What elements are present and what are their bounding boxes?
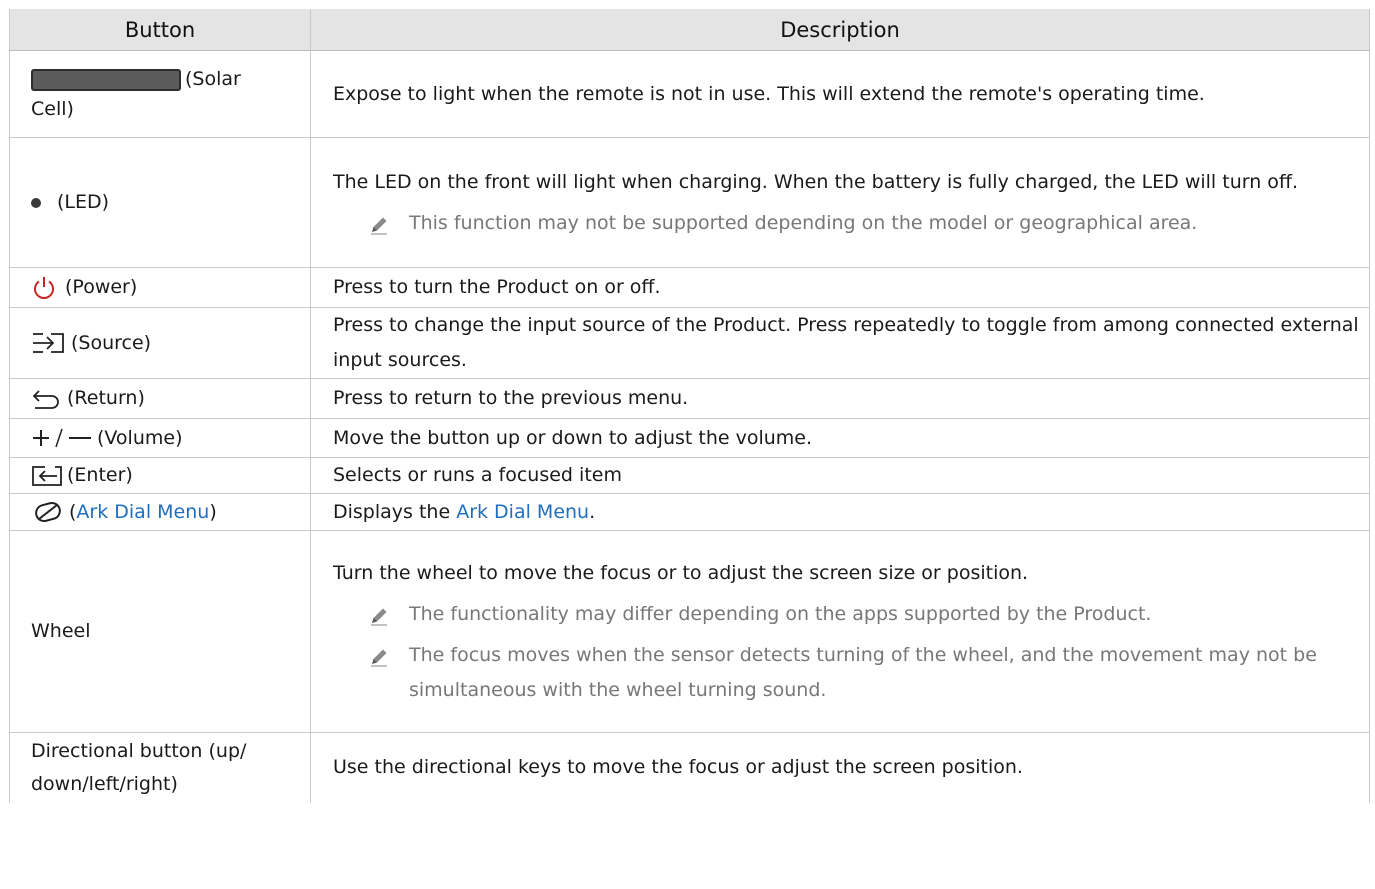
source-icon — [31, 332, 65, 354]
button-cell: Directional button (up/ down/left/right) — [9, 732, 311, 803]
description-prefix: Displays the — [333, 500, 457, 523]
description-text: Press to change the input source of the … — [333, 314, 1359, 371]
button-label: (Return) — [67, 387, 145, 409]
table-row: (Solar Cell) Expose to light when the re… — [9, 50, 1370, 138]
note: This function may not be supported depen… — [333, 206, 1359, 241]
button-cell: (Enter) — [9, 457, 311, 494]
note-text: The functionality may differ depending o… — [409, 602, 1152, 625]
note-text: This function may not be supported depen… — [409, 211, 1198, 234]
pencil-note-icon — [369, 215, 389, 235]
pencil-note-icon — [369, 606, 389, 626]
button-cell: Wheel — [9, 530, 311, 733]
button-cell: (Power) — [9, 267, 311, 308]
button-label: (Volume) — [97, 426, 183, 449]
ark-dial-menu-link[interactable]: Ark Dial Menu — [76, 501, 209, 523]
description-text: The LED on the front will light when cha… — [333, 170, 1299, 193]
description-cell: Press to change the input source of the … — [310, 307, 1370, 379]
description-text: Selects or runs a focused item — [333, 464, 622, 486]
description-text: Press to return to the previous menu. — [333, 387, 689, 409]
button-label: (Power) — [65, 276, 138, 298]
ark-dial-menu-link[interactable]: Ark Dial Menu — [456, 501, 589, 523]
button-cell: (Source) — [9, 307, 311, 379]
button-label: (Source) — [71, 331, 152, 354]
note: The focus moves when the sensor detects … — [333, 638, 1359, 708]
enter-icon — [31, 465, 63, 487]
table-header-row: Button Description — [9, 9, 1370, 51]
led-dot-icon — [31, 197, 41, 208]
pencil-note-icon — [369, 647, 389, 667]
button-label-2: Cell) — [31, 98, 74, 120]
volume-plus-minus-icon — [31, 426, 93, 450]
description-text: Expose to light when the remote is not i… — [333, 82, 1205, 105]
table-row: (Enter) Selects or runs a focused item — [9, 457, 1370, 494]
description-suffix: . — [589, 500, 596, 523]
return-icon — [31, 388, 61, 410]
description-text: Use the directional keys to move the foc… — [333, 756, 1023, 779]
button-label: Wheel — [31, 620, 91, 642]
button-cell: (Solar Cell) — [9, 50, 311, 138]
table-row: (Ark Dial Menu) Displays the Ark Dial Me… — [9, 493, 1370, 531]
header-description: Description — [310, 9, 1370, 51]
header-button: Button — [9, 9, 311, 51]
power-icon — [31, 275, 57, 301]
table-row: Directional button (up/ down/left/right)… — [9, 732, 1370, 803]
description-text: Move the button up or down to adjust the… — [333, 426, 813, 449]
description-cell: Press to return to the previous menu. — [310, 378, 1370, 419]
table-row: (Return) Press to return to the previous… — [9, 378, 1370, 419]
description-cell: Turn the wheel to move the focus or to a… — [310, 530, 1370, 733]
button-cell: (LED) — [9, 137, 311, 268]
button-label-suffix: ) — [209, 500, 217, 523]
description-cell: Move the button up or down to adjust the… — [310, 418, 1370, 458]
remote-buttons-table: Button Description (Solar Cell) Expose t… — [9, 9, 1370, 803]
ark-dial-icon — [31, 500, 65, 524]
button-cell: (Return) — [9, 378, 311, 419]
table-row: (Power) Press to turn the Product on or … — [9, 267, 1370, 308]
description-cell: Press to turn the Product on or off. — [310, 267, 1370, 308]
table-row: (LED) The LED on the front will light wh… — [9, 137, 1370, 268]
description-cell: Expose to light when the remote is not i… — [310, 50, 1370, 138]
button-cell: (Ark Dial Menu) — [9, 493, 311, 531]
button-label: (LED) — [57, 191, 110, 213]
solar-cell-icon — [31, 68, 181, 91]
table-row: (Volume) Move the button up or down to a… — [9, 418, 1370, 458]
description-cell: Use the directional keys to move the foc… — [310, 732, 1370, 803]
button-label: (Solar — [185, 68, 241, 90]
description-cell: Selects or runs a focused item — [310, 457, 1370, 494]
note: The functionality may differ depending o… — [333, 597, 1359, 632]
button-label: Directional button (up/ down/left/right) — [31, 739, 247, 795]
button-cell: (Volume) — [9, 418, 311, 458]
note-text: The focus moves when the sensor detects … — [409, 643, 1317, 701]
description-cell: Displays the Ark Dial Menu. — [310, 493, 1370, 531]
description-text: Turn the wheel to move the focus or to a… — [333, 561, 1029, 584]
description-cell: The LED on the front will light when cha… — [310, 137, 1370, 268]
button-label: (Enter) — [67, 464, 133, 486]
description-text: Press to turn the Product on or off. — [333, 276, 661, 298]
table-row: (Source) Press to change the input sourc… — [9, 307, 1370, 379]
table-row: Wheel Turn the wheel to move the focus o… — [9, 530, 1370, 733]
